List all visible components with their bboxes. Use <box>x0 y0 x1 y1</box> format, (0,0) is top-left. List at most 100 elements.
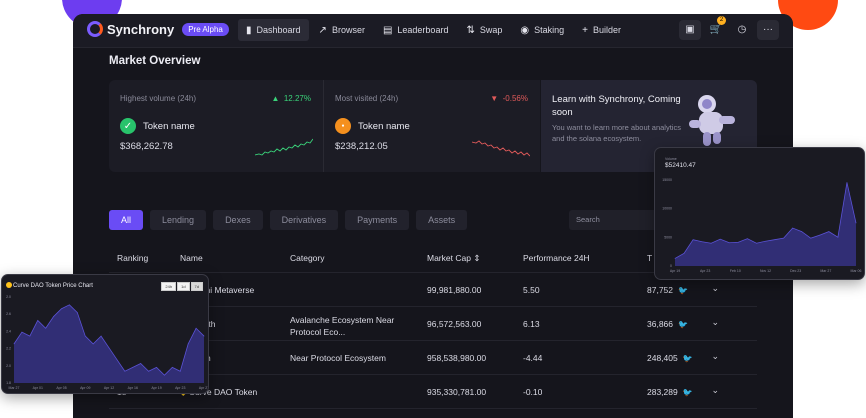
card-change: ▲ 12.27% <box>271 94 311 103</box>
data-point <box>837 236 839 238</box>
most-visited-card[interactable]: Most visited (24h) ▼ -0.56% ● Token name… <box>324 80 540 172</box>
data-point <box>45 327 47 329</box>
learn-title: Learn with Synchrony, Coming soon <box>552 94 681 118</box>
data-point <box>810 237 812 239</box>
filter-all[interactable]: All <box>109 210 144 230</box>
series-area <box>14 304 204 383</box>
cell-market-cap: 935,330,781.00 <box>427 387 487 397</box>
twitter-icon: 🐦 <box>678 286 688 295</box>
sort-icon: ⇕ <box>473 253 481 263</box>
header-market-cap[interactable]: Market Cap ⇕ <box>427 253 480 264</box>
data-point <box>53 316 54 317</box>
header-performance[interactable]: Performance 24H <box>523 253 590 263</box>
astronaut-illustration-icon <box>689 95 735 146</box>
nav-label: Leaderboard <box>397 25 449 35</box>
x-tick-label: Apr 12 <box>104 386 114 390</box>
plus-icon: + <box>582 24 588 36</box>
expand-chevron-icon[interactable]: ⌄ <box>711 385 719 396</box>
card-change: ▼ -0.56% <box>490 94 528 103</box>
synchrony-logo-icon <box>87 21 103 37</box>
token-name: Token name <box>358 120 410 132</box>
filter-lending[interactable]: Lending <box>150 210 207 230</box>
data-point <box>792 227 793 229</box>
header-label: Market Cap <box>427 253 471 263</box>
cell-twitter: 87,752 🐦 <box>647 285 688 295</box>
cell-performance: -0.10 <box>523 387 543 397</box>
data-point <box>728 242 730 244</box>
y-tick-label: 15000 <box>662 178 672 182</box>
data-point <box>692 239 694 241</box>
header-category[interactable]: Category <box>290 253 325 263</box>
filter-derivatives[interactable]: Derivatives <box>269 210 339 230</box>
learn-text: You want to learn more about analytics a… <box>552 123 681 143</box>
data-point <box>855 222 857 224</box>
nav-browser[interactable]: ↗ Browser <box>311 19 373 41</box>
brand[interactable]: Synchrony Pre Alpha <box>87 21 229 37</box>
nav-label: Dashboard <box>256 25 301 35</box>
data-point <box>69 304 70 306</box>
y-tick-label: 2.4 <box>6 329 11 333</box>
data-point <box>13 343 15 345</box>
nav-label: Staking <box>534 25 565 35</box>
expand-chevron-icon[interactable]: ⌄ <box>711 351 719 362</box>
wallet-icon[interactable]: ▣ <box>679 20 701 40</box>
x-tick-label: Apr 23 <box>175 386 185 390</box>
filter-dexes[interactable]: Dexes <box>213 210 263 230</box>
data-point <box>683 253 685 254</box>
nav-staking[interactable]: ◉ Staking <box>512 19 572 41</box>
data-point <box>132 367 134 368</box>
card-value: $238,212.05 <box>335 141 388 152</box>
nav-leaderboard[interactable]: ▤ Leaderboard <box>375 19 457 41</box>
data-point <box>765 240 766 242</box>
twitter-count: 36,866 <box>647 319 673 329</box>
filter-payments[interactable]: Payments <box>345 210 410 230</box>
cart-icon[interactable]: 🛒 2 <box>705 16 727 40</box>
cart-count-badge: 2 <box>717 16 726 25</box>
search-input[interactable]: Search <box>569 210 661 230</box>
card-change-value: -0.56% <box>502 94 528 103</box>
card-label: Highest volume (24h) <box>120 94 197 103</box>
x-tick-label: Mar 06 <box>851 269 862 273</box>
price-area-chart: 2.0 2.6 2.4 2.2 2.0 1.8Mar 27 Apr 01 Apr 05 Apr … <box>6 295 208 390</box>
x-tick-label: Apr 09 <box>80 386 90 390</box>
x-tick-label: Feb 10 <box>730 269 741 273</box>
cell-market-cap: 96,572,563.00 <box>427 319 482 329</box>
nav-label: Builder <box>592 25 621 35</box>
data-point <box>846 182 848 183</box>
swap-icon: ⇅ <box>466 24 475 36</box>
nav-label: Browser <box>331 25 365 35</box>
data-point <box>774 239 775 241</box>
expand-chevron-icon[interactable]: ⌄ <box>711 317 719 328</box>
data-point <box>819 234 821 236</box>
clock-icon[interactable]: ◷ <box>731 20 753 40</box>
staking-icon: ◉ <box>520 24 530 36</box>
data-point <box>116 359 118 360</box>
filter-assets[interactable]: Assets <box>416 210 468 230</box>
cell-category: Near Protocol Ecosystem <box>290 353 386 363</box>
data-point <box>140 363 142 364</box>
nav-swap[interactable]: ⇅ Swap <box>458 19 510 41</box>
category-filters: All Lending Dexes Derivatives Payments A… <box>109 210 474 230</box>
cell-performance: 5.50 <box>523 285 540 295</box>
header-ranking[interactable]: Ranking <box>117 253 148 263</box>
y-tick-label: 2.0 <box>6 295 11 299</box>
more-icon[interactable]: ··· <box>757 20 779 40</box>
cell-market-cap: 99,981,880.00 <box>427 285 482 295</box>
twitter-count: 87,752 <box>647 285 673 295</box>
data-point <box>701 241 703 243</box>
cell-twitter: 36,866 🐦 <box>647 319 688 329</box>
highest-volume-card[interactable]: Highest volume (24h) ▲ 12.27% ✓ Token na… <box>109 80 324 172</box>
header-twitter[interactable]: T <box>647 253 652 263</box>
data-point <box>84 335 86 337</box>
expand-chevron-icon[interactable]: ⌄ <box>711 283 719 294</box>
token-logo-icon: ● <box>335 118 351 134</box>
toolbar-icons: ▣ 🛒 2 ◷ ··· <box>675 16 779 40</box>
data-point <box>828 231 830 232</box>
data-point <box>164 374 165 376</box>
header-name[interactable]: Name <box>180 253 203 263</box>
x-tick-label: Apr 01 <box>33 386 43 390</box>
data-point <box>747 238 748 240</box>
leaderboard-icon: ▤ <box>382 24 393 36</box>
nav-builder[interactable]: + Builder <box>574 19 629 41</box>
nav-dashboard[interactable]: ▮ Dashboard <box>238 19 309 41</box>
